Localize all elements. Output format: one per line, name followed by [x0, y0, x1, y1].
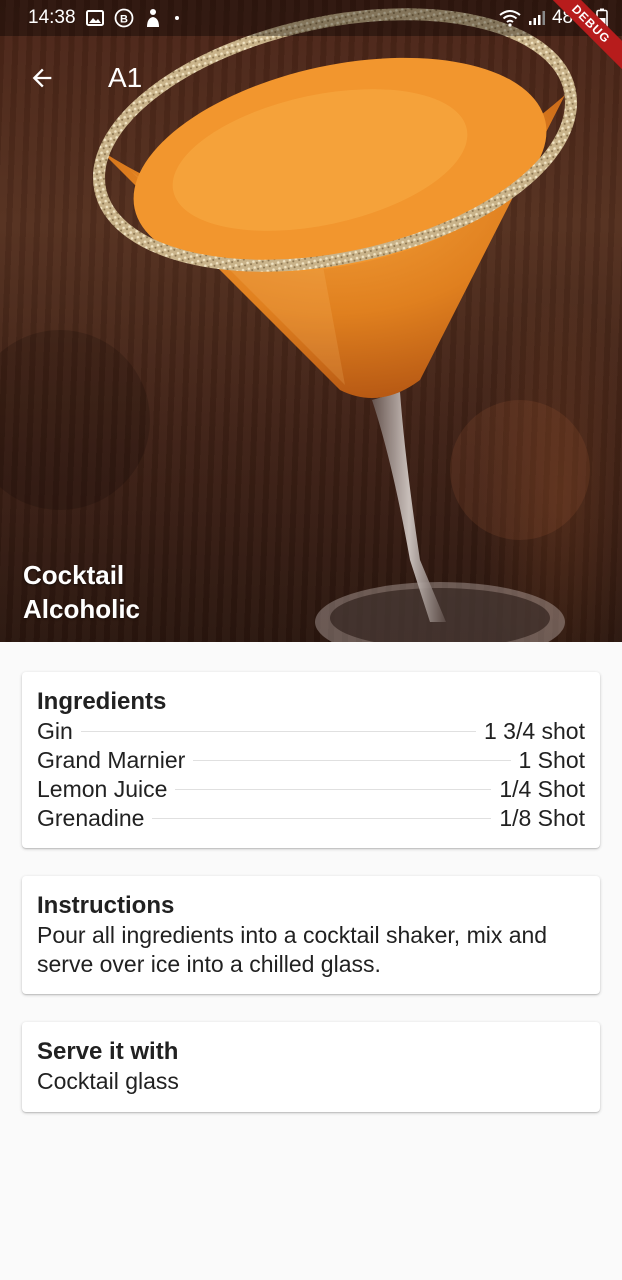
glass-type: Cocktail glass — [37, 1068, 179, 1094]
serve-title: Serve it with — [37, 1038, 179, 1065]
back-button[interactable] — [14, 50, 70, 106]
ingredients-title: Ingredients — [37, 688, 167, 715]
instructions-text: Pour all ingredients into a cocktail sha… — [37, 922, 548, 977]
ingredient-row: Gin 1 3/4 shot — [37, 717, 585, 746]
cocktail-image: 14:38 B 48% D — [0, 0, 622, 642]
category-label: Cocktail — [23, 560, 125, 590]
ingredient-name: Gin — [37, 718, 73, 744]
alcoholic-label: Alcoholic — [23, 594, 141, 624]
dot-icon — [172, 13, 182, 23]
ingredient-row: Grand Marnier 1 Shot — [37, 746, 585, 775]
status-bar: 14:38 B 48% — [0, 0, 622, 36]
b-circle-icon: B — [114, 8, 134, 28]
app-bar: A1 — [0, 36, 622, 120]
ingredient-row: Grenadine 1/8 Shot — [37, 804, 585, 833]
dotted-divider — [80, 731, 476, 732]
page-title: A1 — [108, 62, 143, 93]
arrow-back-icon — [28, 64, 56, 92]
ingredient-name: Lemon Juice — [37, 776, 168, 802]
ingredient-measure: 1 3/4 shot — [483, 718, 585, 744]
ingredients-card: Ingredients Gin 1 3/4 shot Grand Marnier… — [22, 672, 600, 848]
dotted-divider — [193, 760, 511, 761]
instructions-card: Instructions Pour all ingredients into a… — [22, 876, 600, 994]
serve-card: Serve it with Cocktail glass — [22, 1022, 600, 1112]
status-time: 14:38 — [28, 7, 76, 28]
ingredient-name: Grenadine — [37, 805, 145, 831]
ingredient-measure: 1 Shot — [518, 747, 586, 773]
hero-caption: Cocktail Alcoholic — [23, 558, 140, 626]
instructions-title: Instructions — [37, 892, 175, 919]
dotted-divider — [152, 818, 492, 819]
svg-text:B: B — [120, 14, 128, 26]
image-icon — [85, 10, 104, 26]
signal-icon — [528, 10, 546, 26]
ingredient-measure: 1/4 Shot — [499, 776, 585, 802]
gesture-icon — [144, 8, 162, 28]
ingredient-row: Lemon Juice 1/4 Shot — [37, 775, 585, 804]
ingredient-measure: 1/8 Shot — [499, 805, 585, 831]
wifi-icon — [498, 9, 522, 27]
ingredient-name: Grand Marnier — [37, 747, 186, 773]
dotted-divider — [175, 789, 492, 790]
